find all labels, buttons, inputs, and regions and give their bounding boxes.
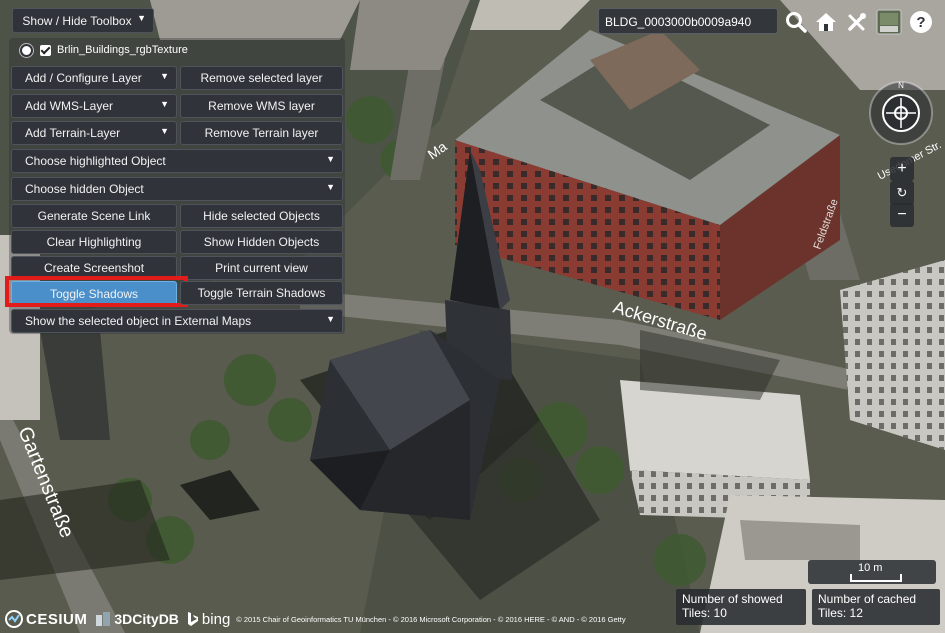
remove-wms-layer-label: Remove WMS layer: [208, 99, 315, 113]
zoom-in-icon: +: [897, 160, 907, 177]
choose-highlighted-object-select[interactable]: Choose highlighted Object ▼: [11, 149, 343, 173]
layer-radio-button[interactable]: [20, 43, 33, 57]
caret-down-icon: ▼: [160, 99, 169, 109]
hide-selected-objects-label: Hide selected Objects: [203, 209, 320, 223]
add-configure-layer-label: Add / Configure Layer: [25, 71, 142, 85]
show-hide-toolbox-button[interactable]: Show / Hide Toolbox ▼: [12, 8, 154, 33]
external-maps-label: Show the selected object in External Map…: [25, 314, 252, 328]
choose-hidden-object-label: Choose hidden Object: [25, 182, 144, 196]
search-button[interactable]: [782, 8, 810, 36]
distance-scale: 10 m: [808, 560, 936, 584]
generate-scene-link-label: Generate Scene Link: [37, 209, 151, 223]
create-screenshot-label: Create Screenshot: [43, 261, 145, 275]
add-wms-layer-dropdown[interactable]: Add WMS-Layer ▼: [11, 94, 177, 118]
toggle-shadows-label: Toggle Shadows: [49, 286, 139, 301]
create-screenshot-button[interactable]: Create Screenshot: [11, 256, 177, 280]
cached-tiles-label: Number of cached: [818, 592, 917, 606]
tools-icon: [848, 13, 866, 31]
clear-highlighting-label: Clear Highlighting: [46, 235, 142, 249]
svg-text:?: ?: [916, 14, 925, 31]
layer-visibility-checkbox[interactable]: [40, 44, 51, 56]
hide-selected-objects-button[interactable]: Hide selected Objects: [180, 204, 343, 228]
3dcitydb-logo-icon: [96, 612, 111, 626]
add-configure-layer-dropdown[interactable]: Add / Configure Layer ▼: [11, 66, 177, 90]
layer-name: Brlin_Buildings_rgbTexture: [57, 44, 188, 56]
show-hidden-objects-label: Show Hidden Objects: [203, 235, 320, 249]
showed-tiles-label: Number of showed: [682, 592, 783, 606]
credits-bar: CESIUM 3DCityDB bing © 2015 Chair of Geo…: [0, 605, 945, 633]
add-wms-layer-label: Add WMS-Layer: [25, 99, 114, 113]
clear-highlighting-button[interactable]: Clear Highlighting: [11, 230, 177, 254]
reset-zoom-button[interactable]: ↻: [890, 181, 914, 205]
scale-label: 10 m: [858, 562, 883, 574]
attribution-text[interactable]: © 2015 Chair of Geoinformatics TU Münche…: [236, 615, 625, 624]
zoom-out-button[interactable]: −: [890, 203, 914, 227]
bing-logo-icon: [187, 612, 198, 626]
add-terrain-layer-dropdown[interactable]: Add Terrain-Layer ▼: [11, 121, 177, 145]
layer-list-item[interactable]: Brlin_Buildings_rgbTexture: [11, 40, 343, 60]
toggle-shadows-button[interactable]: Toggle Shadows: [11, 281, 177, 306]
compass-north-label: N: [898, 81, 904, 90]
home-button[interactable]: [812, 8, 840, 36]
base-layer-icon: [876, 9, 902, 35]
cesium-logo-icon: [5, 610, 23, 628]
help-button[interactable]: ?: [907, 8, 935, 36]
remove-selected-layer-button[interactable]: Remove selected layer: [180, 66, 343, 90]
caret-down-icon: ▼: [137, 13, 146, 23]
remove-wms-layer-button[interactable]: Remove WMS layer: [180, 94, 343, 118]
scale-bar: [850, 574, 902, 582]
base-layer-picker-button[interactable]: [875, 8, 903, 36]
tools-button[interactable]: [843, 8, 871, 36]
home-icon: [816, 13, 836, 31]
search-input-value: BLDG_0003000b0009a940: [605, 15, 752, 29]
bing-logo-text[interactable]: bing: [202, 611, 230, 628]
print-current-view-label: Print current view: [215, 261, 308, 275]
zoom-in-button[interactable]: +: [890, 157, 914, 181]
search-input[interactable]: BLDG_0003000b0009a940: [598, 8, 778, 34]
caret-down-icon: ▼: [326, 182, 335, 192]
remove-terrain-layer-label: Remove Terrain layer: [204, 126, 319, 140]
caret-down-icon: ▼: [160, 126, 169, 136]
remove-selected-layer-label: Remove selected layer: [200, 71, 323, 85]
add-terrain-layer-label: Add Terrain-Layer: [25, 126, 121, 140]
help-icon: ?: [910, 11, 932, 33]
3dcitydb-logo-text[interactable]: 3DCityDB: [114, 611, 179, 627]
show-hide-toolbox-label: Show / Hide Toolbox: [22, 13, 132, 28]
toggle-terrain-shadows-label: Toggle Terrain Shadows: [197, 286, 326, 300]
navigation-compass[interactable]: N: [868, 80, 934, 146]
external-maps-select[interactable]: Show the selected object in External Map…: [11, 309, 343, 333]
print-current-view-button[interactable]: Print current view: [180, 256, 343, 280]
show-hidden-objects-button[interactable]: Show Hidden Objects: [180, 230, 343, 254]
generate-scene-link-button[interactable]: Generate Scene Link: [11, 204, 177, 228]
caret-down-icon: ▼: [326, 154, 335, 164]
caret-down-icon: ▼: [160, 71, 169, 81]
cesium-logo-text[interactable]: CESIUM: [26, 611, 87, 628]
caret-down-icon: ▼: [326, 314, 335, 324]
search-icon: [786, 12, 807, 33]
reset-icon: ↻: [896, 185, 908, 200]
choose-hidden-object-select[interactable]: Choose hidden Object ▼: [11, 177, 343, 201]
zoom-out-icon: −: [897, 206, 907, 223]
toggle-terrain-shadows-button[interactable]: Toggle Terrain Shadows: [180, 281, 343, 305]
choose-highlighted-object-label: Choose highlighted Object: [25, 154, 166, 168]
remove-terrain-layer-button[interactable]: Remove Terrain layer: [180, 121, 343, 145]
